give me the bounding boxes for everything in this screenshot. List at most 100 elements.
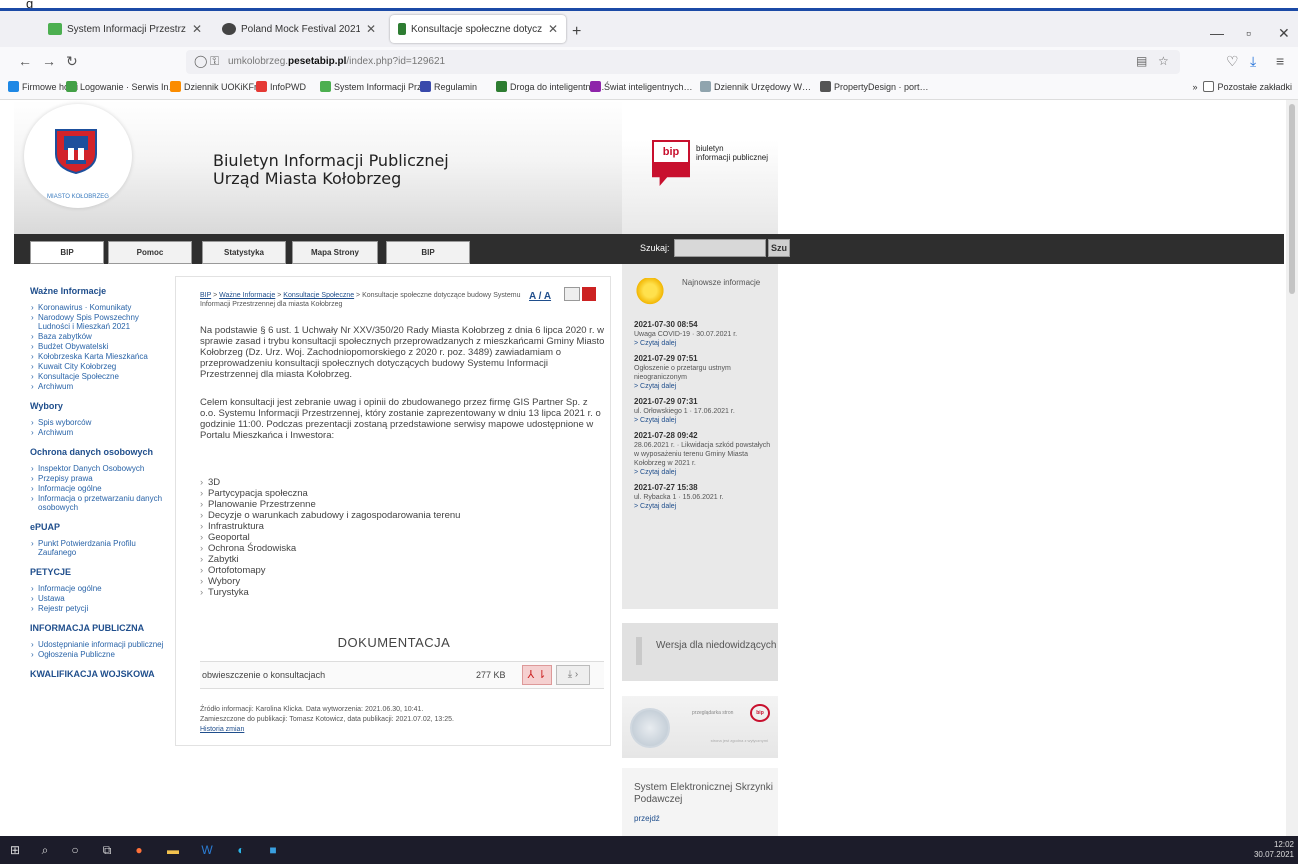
new-tab-icon[interactable]: +: [572, 23, 581, 41]
minimize-icon[interactable]: —: [1210, 25, 1224, 41]
sidebar-item[interactable]: Rejestr petycji: [30, 604, 170, 613]
sidebar-item[interactable]: Informacje ogólne: [30, 584, 170, 593]
sidebar-item[interactable]: Budżet Obywatelski: [30, 342, 170, 351]
sidebar-item[interactable]: Punkt Potwierdzania Profilu Zaufanego: [30, 539, 170, 557]
read-more-link[interactable]: > Czytaj dalej: [634, 468, 774, 478]
sidebar-item[interactable]: Koronawirus · Komunikaty: [30, 303, 170, 312]
bookmark-item[interactable]: Dziennik Urzędowy W…: [700, 81, 811, 92]
scrollbar[interactable]: [1286, 100, 1298, 836]
close-window-icon[interactable]: ✕: [1278, 25, 1290, 42]
task-view-icon[interactable]: ⧉: [98, 841, 116, 859]
sidebar-item[interactable]: Ogłoszenia Publiczne: [30, 650, 170, 659]
cortana-icon[interactable]: ○: [66, 841, 84, 859]
browser-tab-active[interactable]: Konsultacje społeczne dotyczą… ✕: [390, 15, 566, 43]
bookmark-item[interactable]: Droga do inteligentne…: [496, 81, 605, 92]
url-text[interactable]: umkolobrzeg.pesetabip.pl/index.php?id=12…: [228, 56, 445, 67]
service-list: 3DPartycypacja społecznaPlanowanie Przes…: [200, 477, 460, 598]
close-icon[interactable]: ✕: [542, 22, 558, 36]
breadcrumb-link[interactable]: BIP: [200, 292, 211, 299]
forward-icon[interactable]: →: [42, 53, 56, 69]
document-name[interactable]: obwieszczenie o konsultacjach: [202, 670, 325, 680]
search-button[interactable]: Szu: [768, 239, 790, 257]
lock-icon[interactable]: ⚿: [210, 54, 219, 69]
print-icon[interactable]: [564, 287, 580, 301]
read-more-link[interactable]: > Czytaj dalej: [634, 502, 774, 512]
city-crest-logo[interactable]: [52, 126, 100, 174]
news-list: 2021-07-30 08:54 Uwaga COVID-19 · 30.07.2…: [634, 320, 774, 517]
bookmark-item[interactable]: InfoPWD: [256, 81, 306, 92]
search-input[interactable]: [674, 239, 766, 257]
sidebar-item[interactable]: Archiwum: [30, 382, 170, 391]
breadcrumb-link[interactable]: Ważne Informacje: [219, 292, 275, 299]
pocket-icon[interactable]: ♡: [1226, 53, 1239, 70]
menu-icon[interactable]: ≡: [1276, 53, 1284, 69]
maximize-icon[interactable]: ▫: [1246, 25, 1251, 41]
accessibility-box[interactable]: Wersja dla niedowidzących: [622, 623, 778, 681]
menu-tab-sitemap[interactable]: Mapa Strony: [292, 241, 378, 264]
sidebar-item[interactable]: Spis wyborców: [30, 418, 170, 427]
sidebar-item[interactable]: Narodowy Spis Powszechny Ludności i Mies…: [30, 313, 170, 331]
reload-icon[interactable]: ↻: [66, 53, 78, 70]
windows-start-icon[interactable]: ⊞: [6, 841, 24, 859]
epuap-link[interactable]: przejdź: [634, 814, 660, 823]
sidebar-item[interactable]: Baza zabytków: [30, 332, 170, 341]
browser-tab[interactable]: Poland Mock Festival 2021 · Lo… odtwarza…: [214, 15, 384, 43]
menu-tab-help[interactable]: Pomoc: [108, 241, 192, 264]
read-more-link[interactable]: > Czytaj dalej: [634, 416, 774, 426]
bookmark-item[interactable]: Logowanie · Serwis In…: [66, 81, 178, 92]
clock[interactable]: 12:02 30.07.2021: [1254, 840, 1294, 860]
news-item: 2021-07-29 07:31 ul. Orłowskiego 1 · 17.0…: [634, 397, 774, 426]
firefox-icon[interactable]: ●: [130, 841, 148, 859]
close-icon[interactable]: ✕: [186, 22, 202, 36]
edge-icon[interactable]: ◐: [232, 841, 250, 859]
bookmark-icon: [496, 81, 507, 92]
accessibility-label[interactable]: Wersja dla niedowidzących: [656, 640, 776, 652]
sidebar-item[interactable]: Przepisy prawa: [30, 474, 170, 483]
service-list-item: Planowanie Przestrzenne: [200, 499, 460, 510]
bookmark-item[interactable]: System Informacji Prz…: [320, 81, 431, 92]
history-link[interactable]: Historia zmian: [200, 725, 600, 735]
bookmark-item[interactable]: Regulamin: [420, 81, 477, 92]
scrollbar-thumb[interactable]: [1289, 104, 1295, 294]
other-bookmarks[interactable]: » Pozostałe zakładki: [1192, 81, 1292, 92]
sidebar-item[interactable]: Udostępnianie informacji publicznej: [30, 640, 170, 649]
sidebar-item[interactable]: Konsultacje Społeczne: [30, 372, 170, 381]
shield-icon[interactable]: ◯: [194, 54, 207, 68]
file-explorer-icon[interactable]: ▬: [164, 841, 182, 859]
bookmark-item[interactable]: Świat inteligentnych…: [590, 81, 693, 92]
bip-logo[interactable]: bip biuletyn informacji publicznej: [652, 140, 768, 186]
url-bar[interactable]: ◯ ⚿ umkolobrzeg.pesetabip.pl/index.php?i…: [186, 50, 1180, 74]
sidebar-item[interactable]: Informacje ogólne: [30, 484, 170, 493]
browser-tab[interactable]: System Informacji Przestrzenne ✕: [40, 15, 210, 43]
menu-tab-bip-2[interactable]: BIP: [386, 241, 470, 264]
bookmark-star-icon[interactable]: ☆: [1158, 54, 1169, 68]
word-icon[interactable]: W: [198, 841, 216, 859]
sidebar-item[interactable]: Kuwait City Kołobrzeg: [30, 362, 170, 371]
reader-icon[interactable]: ▤: [1136, 54, 1147, 68]
accessibility-badge[interactable]: przeglądarka stron bip strona jest zgodn…: [622, 696, 778, 758]
pdf-export-icon[interactable]: [582, 287, 596, 301]
sidebar-item[interactable]: Archiwum: [30, 428, 170, 437]
article-paragraph: Celem konsultacji jest zebranie uwag i o…: [200, 397, 601, 441]
sidebar-item[interactable]: Informacja o przetwarzaniu danych osobow…: [30, 494, 170, 512]
epuap-box[interactable]: System Elektronicznej Skrzynki Podawczej…: [622, 768, 778, 836]
service-list-item: Turystyka: [200, 587, 460, 598]
bookmark-item[interactable]: Dziennik UOKiKFr: [170, 81, 257, 92]
menu-tab-bip[interactable]: BIP: [30, 241, 104, 264]
download-icon[interactable]: ⤓: [1250, 53, 1256, 70]
read-more-link[interactable]: > Czytaj dalej: [634, 339, 774, 349]
read-more-link[interactable]: > Czytaj dalej: [634, 382, 774, 392]
download-file-icon[interactable]: ⤓ ›: [556, 665, 590, 685]
back-icon[interactable]: ←: [18, 53, 32, 69]
sidebar-item[interactable]: Inspektor Danych Osobowych: [30, 464, 170, 473]
bookmark-item[interactable]: PropertyDesign · port…: [820, 81, 929, 92]
app-icon[interactable]: ■: [264, 841, 282, 859]
sidebar-item[interactable]: Ustawa: [30, 594, 170, 603]
menu-tab-stats[interactable]: Statystyka: [202, 241, 286, 264]
pdf-icon[interactable]: ⅄ ⇂: [522, 665, 552, 685]
sidebar-item[interactable]: Kołobrzeska Karta Mieszkańca: [30, 352, 170, 361]
close-icon[interactable]: ✕: [360, 22, 376, 36]
font-size-toggle[interactable]: A / A: [529, 291, 551, 302]
search-icon[interactable]: ⌕: [36, 841, 54, 859]
breadcrumb-link[interactable]: Konsultacje Społeczne: [283, 292, 354, 299]
